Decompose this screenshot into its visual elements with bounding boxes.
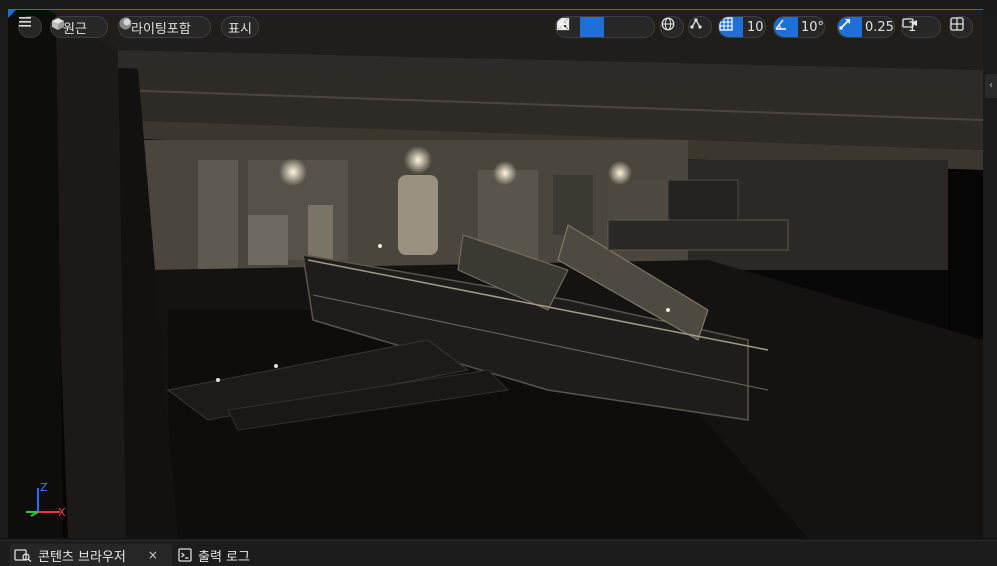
tab-output-log-label: 출력 로그: [198, 549, 250, 565]
output-log-icon: [178, 548, 192, 562]
grid-snap-toggle[interactable]: [719, 17, 743, 37]
globe-icon: [661, 17, 675, 31]
gizmo-x-label: X: [58, 506, 66, 519]
collapse-panel-button[interactable]: ‹: [985, 74, 997, 98]
gizmo-z-label: Z: [40, 482, 48, 494]
angle-icon: [775, 19, 786, 30]
editor-top-strip: [0, 0, 997, 10]
camera-speed-button[interactable]: 1: [901, 16, 941, 38]
grid-snap-value: 10: [747, 19, 764, 35]
rotation-snap-value: 10°: [800, 19, 824, 35]
translate-tool[interactable]: [557, 17, 604, 37]
surface-snap-icon: [690, 18, 702, 29]
close-icon[interactable]: ×: [148, 548, 158, 562]
viewport-layout-button[interactable]: [949, 16, 973, 38]
level-viewport[interactable]: 원근 라이팅포함 표시 10 10° 0.25 1 Z X: [8, 10, 983, 538]
grid-snap-control[interactable]: 10: [718, 16, 766, 38]
scale-icon: [556, 17, 570, 31]
tab-content-browser-label: 콘텐츠 브라우저: [38, 549, 126, 565]
surface-snap-button[interactable]: [688, 16, 712, 38]
layout-grid-icon: [950, 17, 964, 31]
rotate-tool[interactable]: [557, 17, 628, 37]
view-mode-button[interactable]: 라이팅포함: [118, 16, 211, 38]
rotation-snap-toggle[interactable]: [774, 17, 798, 37]
bottom-drawer-bar: 콘텐츠 브라우저 × 출력 로그: [0, 540, 997, 566]
perspective-label: 원근: [63, 21, 87, 37]
camera-icon: [902, 18, 917, 28]
transform-tools: [555, 16, 655, 38]
viewport-active-corner: [8, 10, 16, 18]
scale-snap-value: 0.25: [865, 19, 894, 35]
coordinate-space-button[interactable]: [660, 16, 684, 38]
rotation-snap-control[interactable]: 10°: [773, 16, 825, 38]
viewport-menu-button[interactable]: [18, 16, 42, 38]
show-label: 표시: [228, 21, 252, 37]
scale-snap-toggle[interactable]: [838, 17, 862, 37]
left-panel-edge: [0, 10, 8, 538]
scene-render: [8, 10, 983, 538]
scale-snap-icon: [839, 19, 850, 30]
axis-gizmo: Z X: [18, 482, 78, 522]
scale-tool[interactable]: [556, 17, 652, 37]
tab-content-browser[interactable]: 콘텐츠 브라우저 ×: [10, 544, 172, 566]
view-mode-label: 라이팅포함: [131, 21, 191, 37]
perspective-button[interactable]: 원근: [50, 16, 108, 38]
grid-icon: [719, 17, 733, 31]
show-flags-button[interactable]: 표시: [221, 16, 259, 38]
tab-output-log[interactable]: 출력 로그: [176, 544, 268, 566]
scale-snap-control[interactable]: 0.25: [837, 16, 895, 38]
content-browser-icon: [14, 549, 32, 562]
